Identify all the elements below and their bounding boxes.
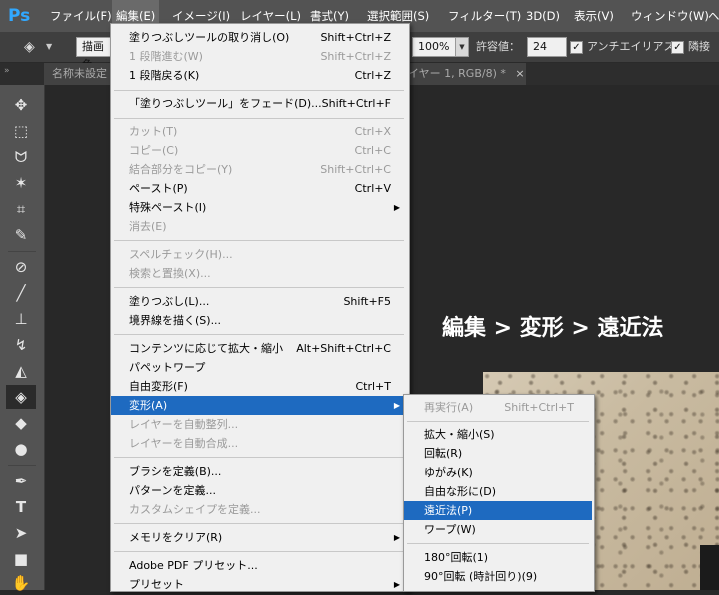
tab-untitled[interactable]: 名称未設定 — [44, 63, 120, 85]
menu-item-define-brush[interactable]: ブラシを定義(B)... — [111, 462, 407, 481]
paint-bucket-icon[interactable]: ◈ — [6, 385, 36, 409]
magic-wand-icon[interactable]: ✶ — [6, 171, 36, 195]
submenu-item-distort[interactable]: 自由な形に(D) — [404, 482, 592, 501]
hand-icon[interactable]: ✋ — [6, 571, 36, 595]
contiguous-checkbox[interactable]: ✓ — [671, 41, 684, 54]
menu-item-paste-special[interactable]: 特殊ペースト(I) ▶ — [111, 198, 407, 217]
submenu-arrow-icon: ▶ — [393, 580, 400, 589]
photoshop-logo: Ps — [8, 6, 31, 26]
submenu-item-warp[interactable]: ワープ(W) — [404, 520, 592, 539]
path-selection-icon[interactable]: ➤ — [6, 521, 36, 545]
menu-separator — [114, 240, 404, 241]
clone-stamp-icon[interactable]: ⊥ — [6, 307, 36, 331]
menu-separator — [407, 543, 589, 544]
move-icon[interactable]: ✥ — [6, 93, 36, 117]
paint-bucket-preset-icon[interactable]: ◈ — [24, 38, 42, 56]
menu-item-auto-blend[interactable]: レイヤーを自動合成... — [111, 434, 407, 453]
tab-current-title: イヤー 1, RGB/8) * — [408, 67, 506, 80]
tolerance-field[interactable]: 24 — [527, 37, 567, 57]
menu-item-auto-align[interactable]: レイヤーを自動整列... — [111, 415, 407, 434]
close-tab-icon[interactable]: × — [515, 67, 524, 80]
menu-item-presets[interactable]: プリセット ▶ — [111, 575, 407, 594]
menu-item-transform[interactable]: 変形(A) ▶ — [111, 396, 407, 415]
menu-view[interactable]: 表示(V) — [570, 0, 618, 32]
type-icon[interactable]: T — [6, 495, 36, 519]
menu-item-fade[interactable]: 「塗りつぶしツール」をフェード(D)... Shift+Ctrl+F — [111, 94, 407, 113]
menu-separator — [114, 551, 404, 552]
edit-menu-dropdown: 塗りつぶしツールの取り消し(O) Shift+Ctrl+Z 1 段階進む(W) Sh… — [110, 23, 410, 592]
submenu-item-rotate[interactable]: 回転(R) — [404, 444, 592, 463]
menu-item-cut[interactable]: カット(T) Ctrl+X — [111, 122, 407, 141]
menu-separator — [114, 523, 404, 524]
submenu-arrow-icon: ▶ — [393, 533, 400, 542]
menu-help[interactable]: ヘ — [704, 0, 719, 32]
lasso-icon[interactable]: ᗢ — [6, 145, 36, 169]
submenu-item-scale[interactable]: 拡大・縮小(S) — [404, 425, 592, 444]
menu-separator — [114, 118, 404, 119]
tolerance-label: 許容値： — [476, 40, 520, 53]
pen-icon[interactable]: ✒ — [6, 469, 36, 493]
canvas-dark-region — [700, 545, 719, 590]
tab-current-document[interactable]: イヤー 1, RGB/8) * × — [400, 63, 526, 85]
blur-icon[interactable]: ◆ — [6, 411, 36, 435]
antialias-checkbox[interactable]: ✓ — [570, 41, 583, 54]
dodge-icon[interactable]: ● — [6, 437, 36, 461]
menu-item-content-aware-scale[interactable]: コンテンツに応じて拡大・縮小 Alt+Shift+Ctrl+C — [111, 339, 407, 358]
menu-item-copy[interactable]: コピー(C) Ctrl+C — [111, 141, 407, 160]
brush-icon[interactable]: ╱ — [6, 281, 36, 305]
submenu-item-rotate-90-cw[interactable]: 90°回転 (時計回り)(9) — [404, 567, 592, 586]
menu-item-copy-merged[interactable]: 結合部分をコピー(Y) Shift+Ctrl+C — [111, 160, 407, 179]
menu-separator — [407, 421, 589, 422]
menu-item-paste[interactable]: ペースト(P) Ctrl+V — [111, 179, 407, 198]
submenu-arrow-icon: ▶ — [393, 203, 400, 212]
menu-separator — [114, 334, 404, 335]
menu-item-undo[interactable]: 塗りつぶしツールの取り消し(O) Shift+Ctrl+Z — [111, 28, 407, 47]
opacity-dropdown-icon[interactable]: ▼ — [455, 37, 469, 57]
menu-item-free-transform[interactable]: 自由変形(F) Ctrl+T — [111, 377, 407, 396]
contiguous-label: 隣接 — [688, 40, 710, 53]
menu-filter[interactable]: フィルター(T) — [444, 0, 525, 32]
menu-item-pdf-presets[interactable]: Adobe PDF プリセット... — [111, 556, 407, 575]
collapse-panel-icon[interactable]: » — [4, 63, 10, 79]
preset-dropdown-icon[interactable]: ▼ — [46, 38, 52, 56]
menu-item-step-backward[interactable]: 1 段階戻る(K) Ctrl+Z — [111, 66, 407, 85]
menu-separator — [114, 90, 404, 91]
caption-text: 編集 > 変形 > 遠近法 — [442, 316, 664, 341]
menu-separator — [114, 457, 404, 458]
menu-window[interactable]: ウィンドウ(W) — [627, 0, 713, 32]
transform-submenu: 再実行(A) Shift+Ctrl+T 拡大・縮小(S) 回転(R) ゆがみ(K)… — [403, 394, 595, 592]
menu-item-find-replace[interactable]: 検索と置換(X)... — [111, 264, 407, 283]
healing-brush-icon[interactable]: ⊘ — [6, 255, 36, 279]
submenu-item-again[interactable]: 再実行(A) Shift+Ctrl+T — [404, 398, 592, 417]
toolbar-separator — [8, 251, 36, 252]
toolbar-separator — [8, 465, 36, 466]
menu-item-define-shape[interactable]: カスタムシェイプを定義... — [111, 500, 407, 519]
tools-panel: ✥ ⬚ ᗢ ✶ ⌗ ✎ ⊘ ╱ ⊥ ↯ ◭ ◈ ◆ ● ✒ T ➤ ■ ✋ — [0, 85, 45, 592]
eraser-icon[interactable]: ◭ — [6, 359, 36, 383]
menu-item-spell-check[interactable]: スペルチェック(H)... — [111, 245, 407, 264]
eyedropper-icon[interactable]: ✎ — [6, 223, 36, 247]
menu-item-define-pattern[interactable]: パターンを定義... — [111, 481, 407, 500]
submenu-arrow-icon: ▶ — [393, 401, 400, 410]
marquee-icon[interactable]: ⬚ — [6, 119, 36, 143]
submenu-item-perspective[interactable]: 遠近法(P) — [404, 501, 592, 520]
crop-icon[interactable]: ⌗ — [6, 197, 36, 221]
menu-item-fill[interactable]: 塗りつぶし(L)... Shift+F5 — [111, 292, 407, 311]
menu-item-purge[interactable]: メモリをクリア(R) ▶ — [111, 528, 407, 547]
submenu-item-rotate-180[interactable]: 180°回転(1) — [404, 548, 592, 567]
antialias-label: アンチエイリアス — [587, 40, 675, 53]
menu-item-puppet-warp[interactable]: パペットワープ — [111, 358, 407, 377]
history-brush-icon[interactable]: ↯ — [6, 333, 36, 357]
menu-item-step-forward[interactable]: 1 段階進む(W) Shift+Ctrl+Z — [111, 47, 407, 66]
menu-item-stroke[interactable]: 境界線を描く(S)... — [111, 311, 407, 330]
submenu-item-skew[interactable]: ゆがみ(K) — [404, 463, 592, 482]
menu-separator — [114, 287, 404, 288]
menu-item-clear[interactable]: 消去(E) — [111, 217, 407, 236]
menu-3d[interactable]: 3D(D) — [522, 0, 564, 32]
rectangle-icon[interactable]: ■ — [6, 547, 36, 571]
menu-file[interactable]: ファイル(F) — [46, 0, 116, 32]
